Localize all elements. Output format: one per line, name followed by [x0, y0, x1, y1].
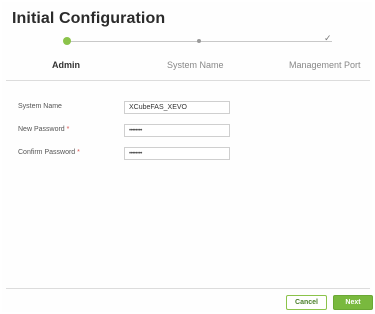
system-name-label: System Name	[18, 103, 62, 110]
footer-divider	[6, 288, 370, 289]
wizard-track-line	[70, 41, 332, 42]
step-system-name-dot-icon	[197, 39, 201, 43]
wizard-step-management-port: Management Port	[289, 60, 361, 70]
dialog-title: Initial Configuration	[12, 10, 166, 27]
initial-configuration-dialog: Initial Configuration ✓ Admin System Nam…	[2, 2, 373, 312]
wizard-step-system-name: System Name	[167, 60, 224, 70]
confirm-password-label: Confirm Password *	[18, 149, 80, 156]
header-divider	[6, 80, 370, 81]
wizard-step-admin: Admin	[52, 60, 80, 70]
system-name-input[interactable]: XCubeFAS_XEVO	[124, 101, 230, 114]
cancel-button[interactable]: Cancel	[286, 295, 327, 310]
confirm-password-input[interactable]: ••••••••	[124, 147, 230, 160]
required-marker: *	[77, 149, 80, 156]
required-marker: *	[66, 126, 70, 133]
step-management-port-check-icon: ✓	[324, 33, 332, 43]
new-password-input[interactable]: ••••••••	[124, 124, 230, 137]
new-password-label: New Password *	[18, 126, 70, 133]
step-admin-active-dot-icon	[63, 37, 71, 45]
next-button[interactable]: Next	[333, 295, 373, 310]
